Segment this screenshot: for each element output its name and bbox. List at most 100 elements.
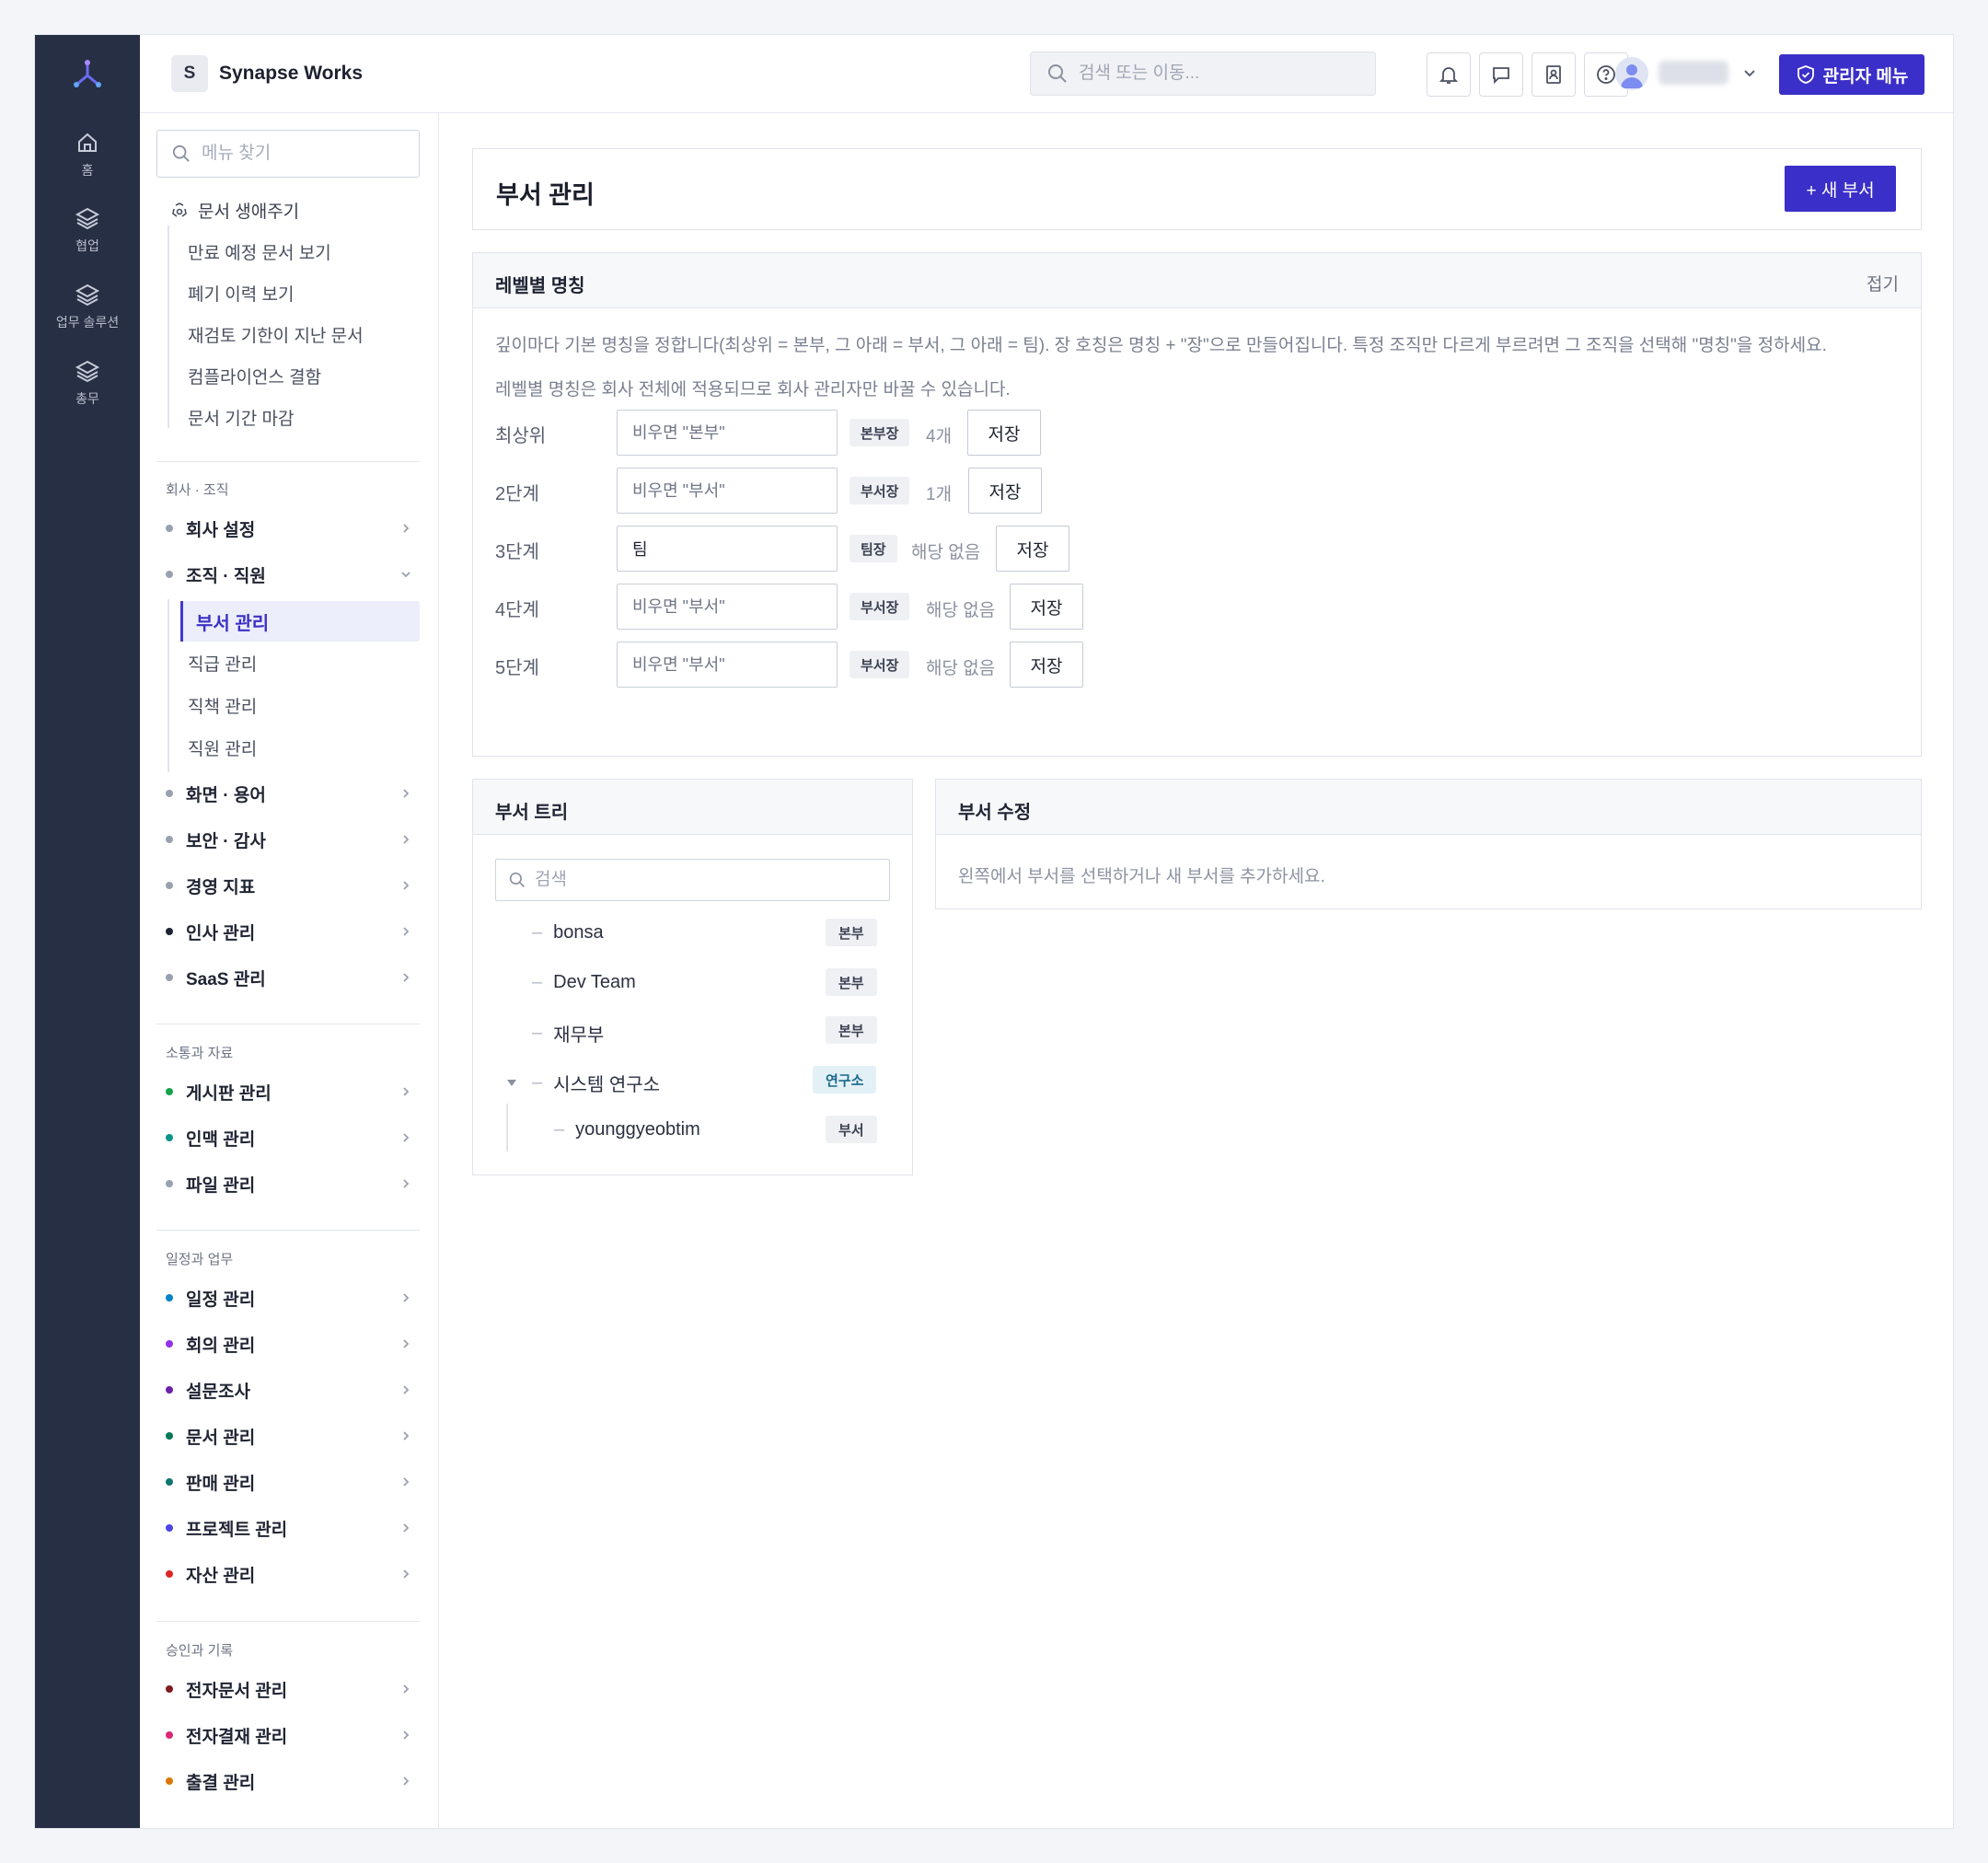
group-label: 프로젝트 관리 <box>186 1520 288 1540</box>
sidebar-group-company[interactable]: 회사 설정 <box>166 515 412 542</box>
avatar[interactable] <box>1615 57 1648 90</box>
level-name-input[interactable] <box>617 526 838 572</box>
rail-item-home[interactable]: 홈 <box>35 130 140 179</box>
chevron-right-icon <box>403 1523 410 1533</box>
tree-dash: – <box>532 972 543 992</box>
sidebar-subitem[interactable]: 컴플라이언스 결함 <box>188 364 321 388</box>
notifications-button[interactable] <box>1427 52 1471 97</box>
level-name-input[interactable] <box>617 410 838 456</box>
menu-search[interactable] <box>156 130 420 178</box>
group-label: 회의 관리 <box>186 1336 256 1356</box>
sidebar-subitem[interactable]: 폐기 이력 보기 <box>188 281 294 306</box>
logo-icon[interactable] <box>68 55 107 94</box>
status-dot <box>166 1088 173 1095</box>
lifecycle-header[interactable]: 문서 생애주기 <box>170 198 299 223</box>
rail-item-collab[interactable]: 협업 <box>35 205 140 255</box>
rail-label: 홈 <box>81 163 94 178</box>
tree-search[interactable] <box>495 859 890 901</box>
status-dot <box>166 1570 173 1578</box>
tree-line <box>506 1104 508 1151</box>
sidebar-group[interactable]: 경영 지표 <box>166 872 412 899</box>
sidebar-subitem[interactable]: 직급 관리 <box>188 651 257 676</box>
sidebar-group[interactable]: 전자결재 관리 <box>166 1721 412 1749</box>
global-search-input[interactable] <box>1079 64 1355 84</box>
collapse-button[interactable]: 접기 <box>1867 271 1899 295</box>
sidebar-group[interactable]: 화면 · 용어 <box>166 780 412 807</box>
sidebar-subitem[interactable]: 직책 관리 <box>188 693 257 718</box>
level-label: 2단계 <box>495 484 539 504</box>
level-label: 5단계 <box>495 658 539 678</box>
save-button[interactable]: 저장 <box>1010 584 1083 630</box>
group-label: 일정 관리 <box>186 1290 256 1310</box>
sidebar-group[interactable]: 출결 관리 <box>166 1767 412 1795</box>
chat-icon <box>1493 67 1509 85</box>
sidebar-group[interactable]: 회의 관리 <box>166 1330 412 1358</box>
save-button[interactable]: 저장 <box>1010 642 1083 688</box>
level-name-input[interactable] <box>617 468 838 514</box>
group-label: 화면 · 용어 <box>186 785 266 805</box>
sidebar-subitem[interactable]: 만료 예정 문서 보기 <box>188 239 331 264</box>
global-search[interactable] <box>1030 52 1376 96</box>
save-button[interactable]: 저장 <box>996 526 1069 572</box>
level-name-input[interactable] <box>617 584 838 630</box>
sidebar-group[interactable]: 게시판 관리 <box>166 1078 412 1105</box>
messages-button[interactable] <box>1479 52 1523 97</box>
sidebar-group[interactable]: 판매 관리 <box>166 1468 412 1496</box>
chevron-down-icon[interactable] <box>1741 64 1758 81</box>
tree-node[interactable]: – Dev Team <box>532 972 636 993</box>
menu-search-input[interactable] <box>202 144 404 164</box>
lifecycle-title: 문서 생애주기 <box>198 202 300 222</box>
sidebar-group[interactable]: 인사 관리 <box>166 918 412 945</box>
tree-line <box>168 226 169 428</box>
page-title: 부서 관리 <box>496 181 595 209</box>
rail-item-solutions[interactable]: 업무 솔루션 <box>35 282 140 331</box>
tree-dash: – <box>532 1023 543 1043</box>
rail-item-general[interactable]: 총무 <box>35 358 140 408</box>
chevron-right-icon <box>403 1477 410 1487</box>
search-icon <box>1048 64 1067 83</box>
sidebar-group[interactable]: 문서 관리 <box>166 1422 412 1450</box>
help-chat-icon <box>1597 65 1615 84</box>
chevron-right-icon <box>403 1339 410 1348</box>
sidebar-group[interactable]: 프로젝트 관리 <box>166 1514 412 1542</box>
level-name-input[interactable] <box>617 642 838 688</box>
sidebar-group[interactable]: 보안 · 감사 <box>166 826 412 853</box>
sidebar-group-org[interactable]: 조직 · 직원 <box>166 561 412 588</box>
card-title: 부서 트리 <box>495 803 569 823</box>
sidebar-group[interactable]: 자산 관리 <box>166 1560 412 1588</box>
sidebar-group[interactable]: 일정 관리 <box>166 1284 412 1312</box>
search-icon <box>172 145 190 162</box>
new-department-button[interactable]: + 새 부서 <box>1785 166 1896 212</box>
sidebar-subitem[interactable]: 직원 관리 <box>188 735 257 760</box>
caret-down-icon[interactable] <box>505 1076 518 1089</box>
level-label: 3단계 <box>495 542 539 562</box>
save-button[interactable]: 저장 <box>967 410 1041 456</box>
sidebar-item-departments[interactable]: 부서 관리 <box>180 601 420 642</box>
sidebar-group[interactable]: 설문조사 <box>166 1376 412 1404</box>
sidebar-subitem[interactable]: 재검토 기한이 지난 문서 <box>188 322 364 347</box>
admin-menu-button[interactable]: 관리자 메뉴 <box>1779 54 1924 95</box>
sidebar-group[interactable]: 인맥 관리 <box>166 1124 412 1151</box>
sidebar-subitem[interactable]: 문서 기간 마감 <box>188 405 294 430</box>
page-title-card: 부서 관리 + 새 부서 <box>472 148 1922 230</box>
group-label: 인사 관리 <box>186 923 256 943</box>
layers-icon <box>75 207 100 230</box>
top-header: S Synapse Works 관리자 메뉴 <box>140 35 1953 113</box>
node-type-badge: 본부 <box>826 1016 877 1044</box>
rail-label: 총무 <box>75 391 99 406</box>
group-label: 조직 · 직원 <box>186 566 266 586</box>
contacts-button[interactable] <box>1531 52 1576 97</box>
sidebar-group[interactable]: 파일 관리 <box>166 1170 412 1198</box>
tree-search-input[interactable] <box>535 870 875 890</box>
save-button[interactable]: 저장 <box>968 468 1042 514</box>
tree-node-label: bonsa <box>553 922 604 943</box>
user-name-blurred[interactable] <box>1659 61 1728 85</box>
level-label: 4단계 <box>495 600 539 620</box>
divider <box>156 1230 420 1231</box>
sidebar-group[interactable]: SaaS 관리 <box>166 964 412 991</box>
sidebar-group[interactable]: 전자문서 관리 <box>166 1675 412 1703</box>
tree-node[interactable]: – 재무부 <box>532 1020 604 1047</box>
tree-node[interactable]: – 시스템 연구소 <box>532 1070 660 1096</box>
tree-node[interactable]: – younggyeobtim <box>554 1119 700 1140</box>
tree-node[interactable]: – bonsa <box>532 922 604 943</box>
